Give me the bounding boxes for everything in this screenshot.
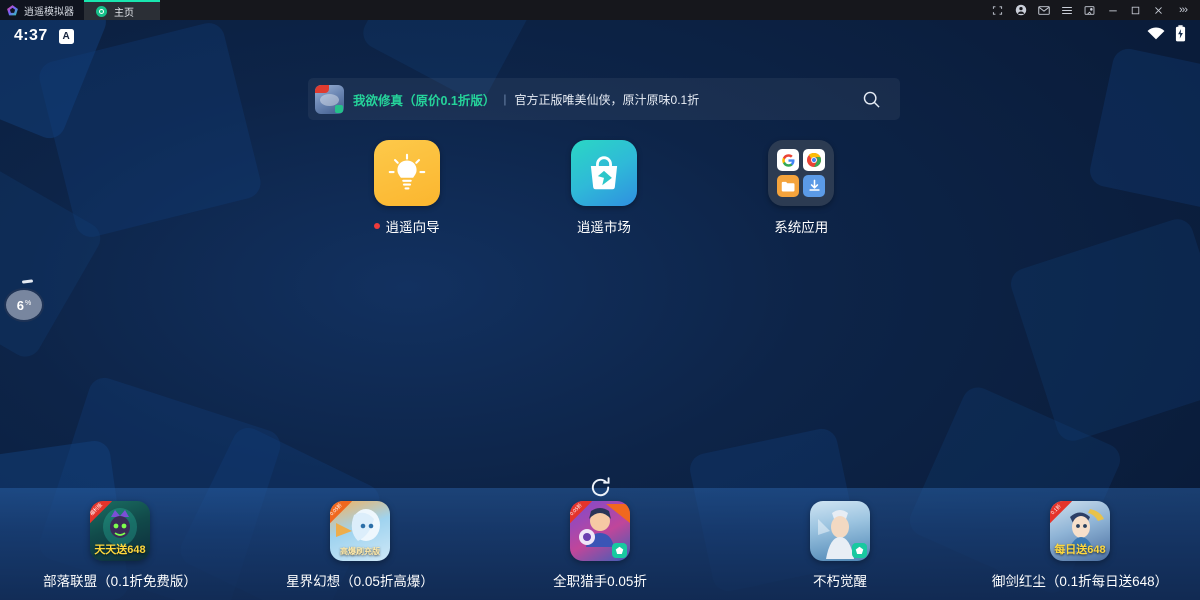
expand-more-icon[interactable]: ›››: [1170, 0, 1196, 20]
window-controls: ›››: [986, 0, 1200, 20]
dock-label-star-fantasy: 星界幻想（0.05折高爆）: [286, 574, 434, 589]
dock-item-tribe-alliance[interactable]: 福利版 天天送648 部落联盟（0.1折免费版）: [0, 501, 240, 590]
app-label-row-guide: 逍遥向导: [373, 216, 440, 236]
folder-preview-grid: [777, 149, 826, 197]
wifi-icon: [1147, 27, 1165, 45]
screenshot-icon[interactable]: [1078, 0, 1101, 20]
maximize-icon[interactable]: [1124, 0, 1147, 20]
emulator-screen: 4:37 A 6 % 我欲修真（原价0.1折版） | 官方正版唯美仙侠，原汁原味…: [0, 20, 1200, 600]
search-separator: |: [503, 92, 507, 106]
account-icon[interactable]: [1009, 0, 1032, 20]
status-right: [1147, 25, 1186, 47]
dock-item-full-hunter[interactable]: 0.05折 全职猎手0.05折: [480, 501, 720, 590]
refresh-row: [0, 475, 1200, 505]
battery-charging-icon: [1175, 25, 1186, 47]
float-widget-unit: %: [25, 299, 32, 307]
float-widget-value: 6: [16, 297, 24, 313]
performance-float-widget[interactable]: 6 %: [4, 279, 44, 322]
titlebar-spacer: [160, 0, 986, 20]
minimize-icon[interactable]: [1101, 0, 1124, 20]
mail-icon[interactable]: [1032, 0, 1055, 20]
game-icon-tag: [335, 104, 343, 113]
file-manager-icon: [777, 175, 800, 197]
yujian-hongchen-icon: 0.1折 每日送648: [1050, 501, 1110, 561]
menu-icon[interactable]: [1055, 0, 1078, 20]
app-name: 逍遥模拟器: [24, 6, 74, 18]
chrome-icon: [803, 149, 826, 171]
game-icon-badge: [315, 84, 329, 93]
system-apps-folder-icon: [768, 140, 835, 206]
status-clock: 4:37: [14, 27, 48, 44]
tab-home[interactable]: 主页: [84, 0, 160, 20]
dock-item-immortal-awaken[interactable]: 不朽觉醒: [720, 501, 960, 590]
dock-label-full-hunter: 全职猎手0.05折: [553, 574, 647, 589]
dock-label-immortal-awaken: 不朽觉醒: [813, 574, 867, 589]
app-icon-guide[interactable]: 逍遥向导: [308, 140, 505, 236]
immortal-awaken-icon: [810, 501, 870, 561]
downloads-icon: [803, 175, 826, 197]
app-label-guide: 逍遥向导: [385, 220, 440, 235]
xiaoyao-pentagon-logo-icon: [6, 4, 19, 17]
app-label-market: 逍遥市场: [576, 220, 631, 235]
fullscreen-icon[interactable]: [986, 0, 1009, 20]
dock-item-star-fantasy[interactable]: 0.05折 高爆刷充版 星界幻想（0.05折高爆）: [240, 501, 480, 590]
icon-overlay-text: 高爆刷充版: [340, 547, 380, 556]
tab-home-label: 主页: [114, 7, 134, 19]
game-icon-art: [320, 93, 339, 106]
tribe-alliance-icon: 福利版 天天送648: [90, 501, 150, 561]
full-hunter-icon: 0.05折: [570, 501, 630, 561]
app-identity: 逍遥模拟器: [0, 0, 84, 20]
status-left: 4:37 A: [14, 27, 74, 45]
icon-overlay-text: 每日送648: [1054, 544, 1106, 556]
bg-shape-8: [1087, 45, 1200, 215]
app-label-system-apps: 系统应用: [774, 220, 829, 235]
android-status-bar: 4:37 A: [0, 20, 1200, 52]
dock-label-tribe-alliance: 部落联盟（0.1折免费版）: [43, 574, 197, 589]
shopping-bag-icon: [570, 140, 637, 206]
input-method-badge: A: [58, 28, 74, 44]
dock-item-yujian-hongchen[interactable]: 0.1折 每日送648 御剑红尘（0.1折每日送648）: [960, 501, 1200, 590]
search-promo-desc: 官方正版唯美仙侠，原汁原味0.1折: [514, 92, 700, 107]
game-tag-badge: [852, 543, 867, 558]
lightbulb-icon: [373, 140, 440, 206]
app-icon-system-apps[interactable]: 系统应用: [703, 140, 900, 236]
home-circle-icon: [96, 5, 107, 17]
close-icon[interactable]: [1147, 0, 1170, 20]
refresh-icon[interactable]: [588, 475, 613, 505]
bg-shape-7: [1006, 215, 1200, 445]
icon-overlay-text: 天天送648: [94, 544, 146, 556]
app-label-row-system: 系统应用: [774, 216, 828, 236]
window-title-bar: 逍遥模拟器 主页 ›››: [0, 0, 1200, 20]
app-label-row-market: 逍遥市场: [577, 216, 631, 236]
desktop-app-grid: 逍遥向导 逍遥市场 系统应用: [308, 140, 900, 236]
my-cultivation-game-icon: [315, 84, 344, 114]
update-dot-badge: [373, 223, 380, 229]
dock-label-yujian-hongchen: 御剑红尘（0.1折每日送648）: [991, 574, 1169, 589]
google-icon: [777, 149, 800, 171]
search-promo-title: 我欲修真（原价0.1折版）: [353, 93, 496, 108]
search-bar[interactable]: 我欲修真（原价0.1折版） | 官方正版唯美仙侠，原汁原味0.1折: [308, 78, 900, 120]
search-icon[interactable]: [848, 78, 894, 120]
star-fantasy-icon: 0.05折 高爆刷充版: [330, 501, 390, 561]
game-tag-badge: [612, 543, 627, 558]
app-icon-market[interactable]: 逍遥市场: [505, 140, 702, 236]
